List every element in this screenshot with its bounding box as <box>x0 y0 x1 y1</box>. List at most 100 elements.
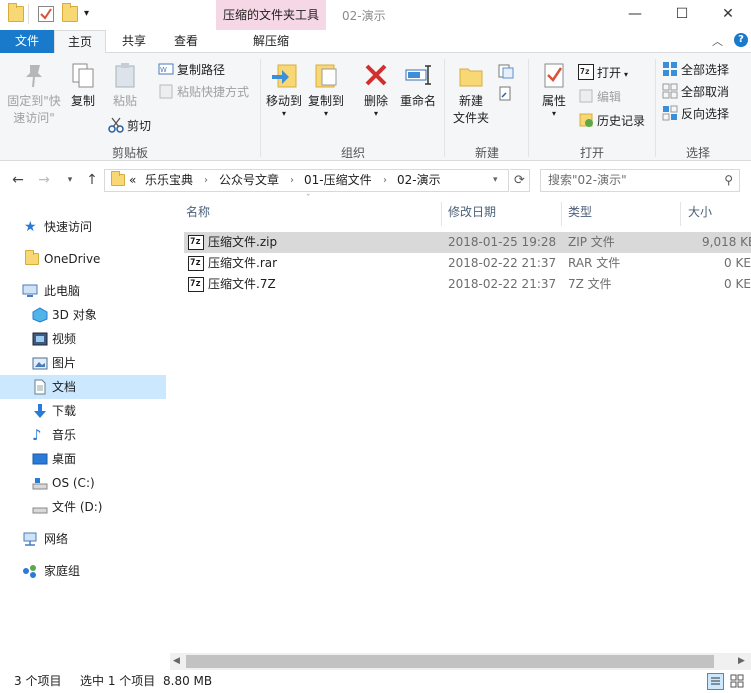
open-button[interactable]: 7z 打开 ▾ <box>578 63 628 83</box>
maximize-button[interactable]: ☐ <box>659 0 705 30</box>
column-divider[interactable] <box>561 202 562 226</box>
rename-button[interactable]: 重命名 <box>398 61 438 110</box>
breadcrumb-overflow[interactable]: « <box>129 170 136 191</box>
nav-item-downloads[interactable]: 下载 <box>0 399 166 423</box>
move-to-icon <box>270 61 298 89</box>
file-type: ZIP 文件 <box>568 235 615 249</box>
help-icon[interactable]: ? <box>734 33 748 47</box>
forward-button[interactable]: → <box>34 170 54 190</box>
delete-icon <box>362 61 390 89</box>
collapse-ribbon-icon[interactable]: ︿ <box>712 33 723 49</box>
minimize-button[interactable]: — <box>612 0 658 30</box>
cut-label: 剪切 <box>127 119 152 133</box>
up-button[interactable]: ↑ <box>82 170 102 190</box>
invert-selection-button[interactable]: 反向选择 <box>662 104 729 124</box>
tab-share[interactable]: 共享 <box>108 30 160 53</box>
properties-button[interactable]: 属性 ▾ <box>536 61 572 118</box>
address-bar[interactable]: « 乐乐宝典 › 公众号文章 › 01-压缩文件 › 02-演示 ▾ <box>104 169 509 192</box>
close-button[interactable]: ✕ <box>705 0 751 30</box>
scrollbar-thumb[interactable] <box>186 655 714 668</box>
status-bar: 3 个项目 选中 1 个项目 8.80 MB <box>0 670 751 693</box>
new-folder-qat-icon[interactable] <box>62 3 78 22</box>
new-folder-button[interactable]: 新建 文件夹 <box>450 61 492 127</box>
copy-to-button[interactable]: 复制到 ▾ <box>306 61 346 118</box>
history-button[interactable]: 历史记录 <box>578 111 645 131</box>
cut-button[interactable]: 剪切 <box>108 116 151 136</box>
nav-item-3d-objects[interactable]: 3D 对象 <box>0 303 166 327</box>
edit-button[interactable]: 编辑 <box>578 87 621 107</box>
new-folder-label-line2: 文件夹 <box>452 111 489 125</box>
search-icon[interactable]: ⚲ <box>724 170 733 191</box>
horizontal-scrollbar[interactable]: ◀ ▶ <box>170 653 751 670</box>
nav-item-drive-c[interactable]: OS (C:) <box>0 471 166 495</box>
select-none-button[interactable]: 全部取消 <box>662 82 729 102</box>
tab-file[interactable]: 文件 <box>0 30 54 53</box>
back-button[interactable]: ← <box>8 170 28 190</box>
file-date: 2018-01-25 19:28 <box>448 235 557 249</box>
chevron-right-icon[interactable]: › <box>204 170 208 191</box>
copy-path-button[interactable]: W 复制路径 <box>158 60 225 80</box>
paste-shortcut-button[interactable]: 粘贴快捷方式 <box>158 82 249 102</box>
nav-item-drive-d[interactable]: 文件 (D:) <box>0 495 166 519</box>
file-name: 压缩文件.rar <box>208 256 278 270</box>
nav-item-onedrive[interactable]: OneDrive <box>0 247 166 271</box>
new-folder-icon <box>457 61 485 89</box>
breadcrumb-item[interactable]: 乐乐宝典 <box>145 170 193 191</box>
column-divider[interactable] <box>680 202 681 226</box>
file-row[interactable]: 压缩文件.rar 2018-02-22 21:37 RAR 文件 0 KE <box>184 253 751 274</box>
column-header-size[interactable]: 大小 <box>688 198 712 226</box>
paste-button[interactable]: 粘贴 <box>108 61 142 110</box>
search-placeholder: 搜索"02-演示" <box>548 173 627 187</box>
column-header-name[interactable]: 名称 <box>186 198 210 226</box>
scroll-right-icon[interactable]: ▶ <box>738 653 745 670</box>
invert-selection-label: 反向选择 <box>681 107 730 121</box>
file-row[interactable]: 压缩文件.zip 2018-01-25 19:28 ZIP 文件 9,018 K… <box>184 232 751 253</box>
recent-locations-button[interactable]: ▾ <box>60 170 80 190</box>
chevron-right-icon[interactable]: › <box>383 170 387 191</box>
nav-item-music[interactable]: ♪ 音乐 <box>0 423 166 447</box>
search-input[interactable]: 搜索"02-演示" ⚲ <box>540 169 740 192</box>
nav-item-desktop[interactable]: 桌面 <box>0 447 166 471</box>
nav-item-quick-access[interactable]: ★ 快速访问 <box>0 215 166 239</box>
group-divider <box>444 59 445 157</box>
breadcrumb-item[interactable]: 01-压缩文件 <box>304 170 372 191</box>
nav-item-documents[interactable]: 文档 <box>0 375 166 399</box>
qat-dropdown-icon[interactable]: ▾ <box>84 8 89 19</box>
file-name: 压缩文件.7Z <box>208 277 276 291</box>
file-row[interactable]: 压缩文件.7Z 2018-02-22 21:37 7Z 文件 0 KE <box>184 274 751 295</box>
new-item-icon[interactable] <box>498 63 516 79</box>
properties-qat-icon[interactable] <box>38 6 54 22</box>
chevron-right-icon[interactable]: › <box>290 170 294 191</box>
breadcrumb-item[interactable]: 02-演示 <box>397 170 441 191</box>
nav-label: 此电脑 <box>44 284 81 298</box>
tab-extract[interactable]: 解压缩 <box>216 30 326 53</box>
pin-quick-access-button[interactable]: 固定到"快速访问" <box>4 61 64 127</box>
column-header-date[interactable]: 修改日期 <box>448 198 496 226</box>
breadcrumb-item[interactable]: 公众号文章 <box>219 170 279 191</box>
copy-button[interactable]: 复制 <box>66 61 100 110</box>
large-icons-view-icon[interactable] <box>729 673 746 690</box>
nav-item-homegroup[interactable]: 家庭组 <box>0 559 166 583</box>
nav-item-videos[interactable]: 视频 <box>0 327 166 351</box>
move-to-button[interactable]: 移动到 ▾ <box>264 61 304 118</box>
onedrive-folder-icon <box>25 250 39 265</box>
delete-button[interactable]: 删除 ▾ <box>358 61 394 118</box>
nav-item-this-pc[interactable]: 此电脑 <box>0 279 166 303</box>
homegroup-icon <box>22 563 38 579</box>
select-all-button[interactable]: 全部选择 <box>662 60 729 80</box>
easy-access-icon[interactable] <box>498 86 516 102</box>
nav-item-network[interactable]: 网络 <box>0 527 166 551</box>
copy-to-dropdown-icon: ▾ <box>323 109 328 118</box>
tab-home[interactable]: 主页 <box>54 30 106 54</box>
column-divider[interactable] <box>441 202 442 226</box>
nav-item-pictures[interactable]: 图片 <box>0 351 166 375</box>
history-label: 历史记录 <box>597 114 646 128</box>
tab-view[interactable]: 查看 <box>160 30 212 53</box>
paste-shortcut-label: 粘贴快捷方式 <box>177 85 250 99</box>
refresh-button[interactable]: ⟳ <box>510 169 530 192</box>
scroll-left-icon[interactable]: ◀ <box>173 653 180 670</box>
chevron-down-icon[interactable]: ▾ <box>493 170 498 191</box>
details-view-icon[interactable] <box>707 673 724 690</box>
pin-icon <box>20 61 48 89</box>
column-header-type[interactable]: 类型 <box>568 198 592 226</box>
